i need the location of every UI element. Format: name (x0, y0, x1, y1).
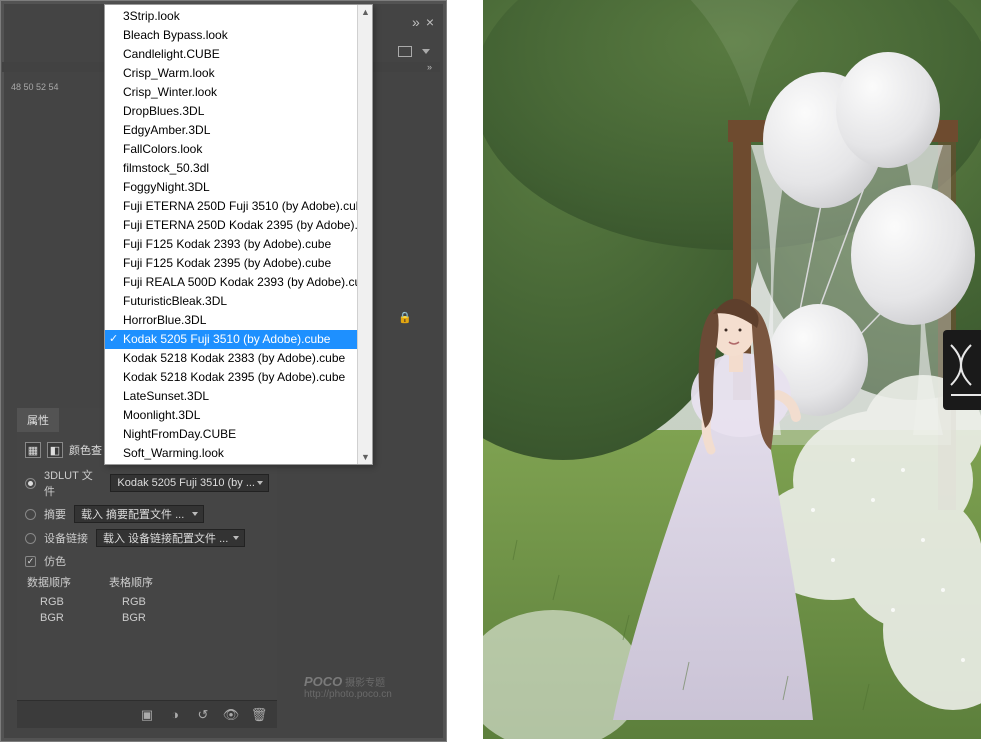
watermark-url: http://photo.poco.cn (304, 689, 392, 700)
device-label: 设备链接 (44, 530, 88, 546)
lut-option[interactable]: NightFromDay.CUBE (105, 425, 372, 444)
data-order-group: 数据顺序 RGB BGR (25, 574, 71, 624)
abstract-row: 摘要 载入 摘要配置文件 ... (17, 502, 277, 526)
lut-file-row: 3DLUT 文件 Kodak 5205 Fuji 3510 (by ... (17, 464, 277, 502)
ruler: 48 50 52 54 (7, 82, 117, 98)
watermark-sub: 摄影专题 (345, 678, 385, 689)
prev-state-icon[interactable]: ◑ (167, 707, 183, 723)
lut-option[interactable]: Soft_Warming.look (105, 444, 372, 463)
device-radio[interactable] (25, 533, 36, 544)
lut-option[interactable]: filmstock_50.3dl (105, 159, 372, 178)
order-groups: 数据顺序 RGB BGR 表格顺序 RGB BGR (17, 572, 277, 626)
dither-label: 仿色 (44, 553, 66, 569)
lut-option[interactable]: Bleach Bypass.look (105, 26, 372, 45)
lut-option[interactable]: Fuji REALA 500D Kodak 2393 (by Adobe).cu… (105, 273, 372, 292)
lut-file-radio[interactable] (25, 478, 36, 489)
mask-icon: ◧ (47, 442, 63, 458)
lut-option[interactable]: FuturisticBleak.3DL (105, 292, 372, 311)
lut-option[interactable]: Fuji ETERNA 250D Kodak 2395 (by Adobe).c… (105, 216, 372, 235)
clip-icon[interactable]: ▣ (139, 707, 155, 723)
watermark-brand: POCO (304, 674, 342, 689)
reset-icon[interactable]: ↺ (195, 707, 211, 723)
dither-checkbox[interactable] (25, 556, 36, 567)
options-bar (398, 39, 440, 63)
lut-option[interactable]: Candlelight.CUBE (105, 45, 372, 64)
layout-icon[interactable] (398, 46, 412, 57)
app-window: » × » 48 50 52 54 🔒 属性 ▦ ◧ 颜色查 3DLUT 文件 … (0, 0, 447, 742)
dither-row: 仿色 (17, 550, 277, 572)
panel-collapse-icon[interactable]: » (412, 14, 420, 30)
watermark: POCO 摄影专题 http://photo.poco.cn (304, 676, 392, 700)
preview-image (483, 0, 981, 739)
table-order-rgb-label: RGB (122, 596, 146, 608)
lut-option[interactable]: Kodak 5218 Kodak 2395 (by Adobe).cube (105, 368, 372, 387)
abstract-label: 摘要 (44, 506, 66, 522)
lut-option[interactable]: Moonlight.3DL (105, 406, 372, 425)
lut-dropdown[interactable]: 3Strip.lookBleach Bypass.lookCandlelight… (104, 4, 373, 465)
table-order-label: 表格顺序 (107, 574, 153, 590)
data-order-rgb-label: RGB (40, 596, 64, 608)
lut-option[interactable]: 3Strip.look (105, 7, 372, 26)
lut-option[interactable]: LateSunset.3DL (105, 387, 372, 406)
dropdown-icon[interactable] (422, 49, 430, 54)
scroll-up-icon[interactable]: ▲ (359, 5, 372, 19)
lut-option[interactable]: HorrorBlue.3DL (105, 311, 372, 330)
lut-option[interactable]: EdgyAmber.3DL (105, 121, 372, 140)
panel-tabrow: » × (412, 7, 440, 37)
properties-tab[interactable]: 属性 (17, 408, 59, 432)
scrollbar[interactable]: ▲ ▼ (357, 5, 372, 464)
lut-option-list: 3Strip.lookBleach Bypass.lookCandlelight… (105, 5, 372, 464)
abstract-select[interactable]: 载入 摘要配置文件 ... (74, 505, 204, 523)
table-order-group: 表格顺序 RGB BGR (107, 574, 153, 624)
delete-icon[interactable]: 🗑 (251, 707, 267, 723)
grid-icon: ▦ (25, 442, 41, 458)
visibility-icon[interactable]: 👁 (223, 707, 239, 723)
data-order-bgr-label: BGR (40, 612, 64, 624)
lut-option[interactable]: Fuji F125 Kodak 2395 (by Adobe).cube (105, 254, 372, 273)
properties-bottom-bar: ▣ ◑ ↺ 👁 🗑 (17, 700, 277, 728)
lut-option[interactable]: FallColors.look (105, 140, 372, 159)
lut-option[interactable]: TealOrangePlusContrast.3DL (105, 463, 372, 464)
panel-close-icon[interactable]: × (426, 14, 434, 30)
lut-option[interactable]: FoggyNight.3DL (105, 178, 372, 197)
lut-option[interactable]: Fuji ETERNA 250D Fuji 3510 (by Adobe).cu… (105, 197, 372, 216)
lut-file-label: 3DLUT 文件 (44, 467, 102, 499)
device-select[interactable]: 载入 设备链接配置文件 ... (96, 529, 245, 547)
device-row: 设备链接 载入 设备链接配置文件 ... (17, 526, 277, 550)
lut-option[interactable]: DropBlues.3DL (105, 102, 372, 121)
lut-option[interactable]: Kodak 5218 Kodak 2383 (by Adobe).cube (105, 349, 372, 368)
lut-file-select[interactable]: Kodak 5205 Fuji 3510 (by ... (110, 474, 269, 492)
lock-icon[interactable]: 🔒 (398, 311, 412, 324)
lut-option[interactable]: Fuji F125 Kodak 2393 (by Adobe).cube (105, 235, 372, 254)
lut-option[interactable]: Crisp_Winter.look (105, 83, 372, 102)
table-order-bgr-label: BGR (122, 612, 146, 624)
adjustment-title: 颜色查 (69, 442, 102, 458)
scroll-down-icon[interactable]: ▼ (359, 450, 372, 464)
lut-option[interactable]: Kodak 5205 Fuji 3510 (by Adobe).cube (105, 330, 372, 349)
data-order-label: 数据顺序 (25, 574, 71, 590)
lut-option[interactable]: Crisp_Warm.look (105, 64, 372, 83)
abstract-radio[interactable] (25, 509, 36, 520)
